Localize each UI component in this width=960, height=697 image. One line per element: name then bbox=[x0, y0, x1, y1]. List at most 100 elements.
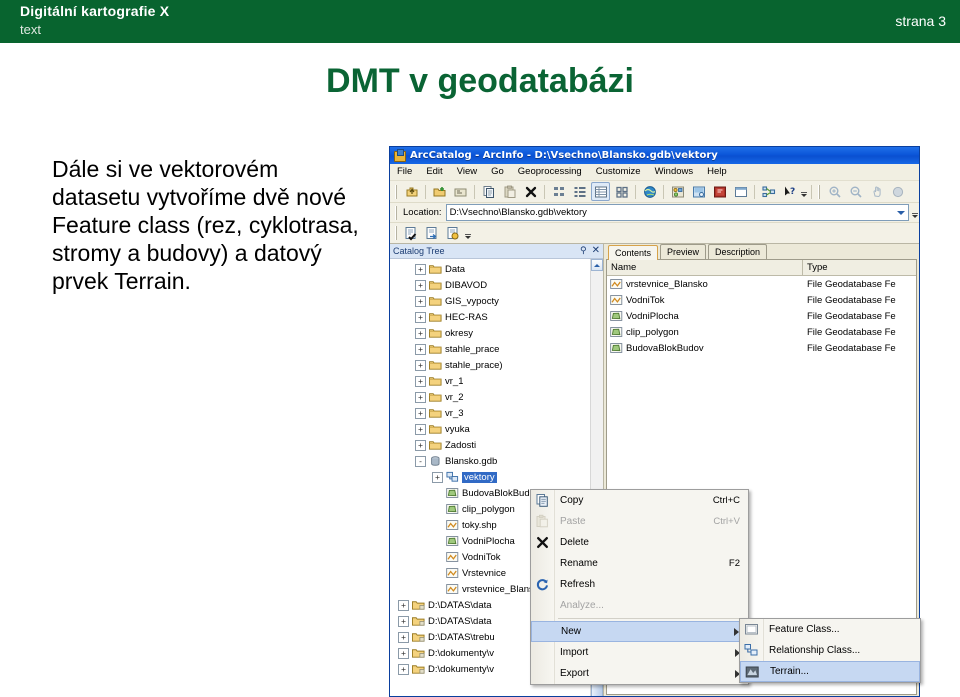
whats-this-help-icon[interactable]: ? bbox=[780, 182, 799, 201]
catalog-window-icon[interactable] bbox=[731, 182, 750, 201]
submenu-item[interactable]: Relationship Class... bbox=[740, 640, 920, 661]
tree-expand-icon[interactable]: + bbox=[398, 647, 409, 659]
toolbar-grip[interactable] bbox=[395, 184, 398, 199]
tree-expand-icon[interactable]: + bbox=[415, 407, 426, 419]
tree-expand-icon[interactable]: + bbox=[398, 631, 409, 643]
paste-icon[interactable] bbox=[500, 182, 519, 201]
connect-to-folder-icon[interactable] bbox=[430, 182, 449, 201]
tree-expand-icon[interactable]: + bbox=[415, 439, 426, 451]
tree-expand-icon[interactable]: + bbox=[415, 295, 426, 307]
full-extent-icon[interactable] bbox=[888, 182, 907, 201]
close-icon[interactable]: ✕ bbox=[592, 246, 600, 256]
thumbnails-view-icon[interactable] bbox=[612, 182, 631, 201]
tree-item[interactable]: + vektory bbox=[390, 469, 590, 485]
menu-edit[interactable]: Edit bbox=[419, 164, 449, 180]
tab-contents[interactable]: Contents bbox=[608, 245, 659, 260]
tree-item-label: Data bbox=[445, 263, 466, 275]
tree-item[interactable]: + vr_1 bbox=[390, 373, 590, 389]
menu-geoprocessing[interactable]: Geoprocessing bbox=[511, 164, 589, 180]
column-header-type[interactable]: Type bbox=[803, 260, 916, 275]
menu-windows[interactable]: Windows bbox=[648, 164, 701, 180]
polygon-feature-icon bbox=[446, 488, 459, 498]
toolbar-overflow-button[interactable] bbox=[800, 184, 808, 199]
pan-icon[interactable] bbox=[867, 182, 886, 201]
metadata-toolbar-grip[interactable] bbox=[395, 226, 398, 240]
tree-item[interactable]: + stahle_prace) bbox=[390, 357, 590, 373]
details-view-icon[interactable] bbox=[591, 182, 610, 201]
chevron-down-icon[interactable] bbox=[894, 206, 908, 219]
window-titlebar[interactable]: ArcCatalog - ArcInfo - D:\Vsechno\Blansk… bbox=[390, 147, 919, 164]
tab-description[interactable]: Description bbox=[708, 244, 768, 259]
tree-expand-icon[interactable]: + bbox=[415, 375, 426, 387]
tree-collapse-icon[interactable]: - bbox=[415, 455, 426, 467]
up-one-level-icon[interactable] bbox=[402, 182, 421, 201]
scroll-up-button[interactable] bbox=[591, 259, 603, 271]
tree-item[interactable]: + vr_3 bbox=[390, 405, 590, 421]
disconnect-folder-icon[interactable] bbox=[451, 182, 470, 201]
tree-item[interactable]: + DIBAVOD bbox=[390, 277, 590, 293]
tree-item[interactable]: + HEC-RAS bbox=[390, 309, 590, 325]
tree-expand-icon[interactable]: + bbox=[415, 311, 426, 323]
tree-expand-icon[interactable]: + bbox=[415, 327, 426, 339]
context-menu-item[interactable]: Rename F2 bbox=[531, 553, 748, 574]
tree-expand-icon[interactable]: + bbox=[398, 663, 409, 675]
menu-view[interactable]: View bbox=[450, 164, 484, 180]
context-menu-item[interactable]: Copy Ctrl+C bbox=[531, 490, 748, 511]
toolbar-grip-2[interactable] bbox=[818, 184, 821, 199]
context-menu-item[interactable]: Delete bbox=[531, 532, 748, 553]
tree-expand-icon[interactable]: + bbox=[415, 279, 426, 291]
menu-file[interactable]: File bbox=[390, 164, 419, 180]
zoom-in-icon[interactable] bbox=[825, 182, 844, 201]
location-grip[interactable] bbox=[395, 205, 398, 220]
large-icons-view-icon[interactable] bbox=[549, 182, 568, 201]
table-row[interactable]: VodniPlocha File Geodatabase Fe bbox=[607, 308, 916, 324]
tree-expand-icon[interactable]: + bbox=[415, 263, 426, 275]
metadata-export-icon[interactable] bbox=[444, 224, 463, 243]
tree-item[interactable]: + vyuka bbox=[390, 421, 590, 437]
tree-item[interactable]: + stahle_prace bbox=[390, 341, 590, 357]
tree-item[interactable]: + Zadosti bbox=[390, 437, 590, 453]
submenu-item[interactable]: Terrain... bbox=[740, 661, 920, 682]
tree-expand-icon[interactable]: + bbox=[415, 423, 426, 435]
location-input[interactable]: D:\Vsechno\Blansko.gdb\vektory bbox=[445, 204, 909, 221]
tree-item[interactable]: + GIS_vypocty bbox=[390, 293, 590, 309]
tree-item[interactable]: + Data bbox=[390, 261, 590, 277]
context-menu-item[interactable]: Export bbox=[531, 663, 748, 684]
zoom-out-icon[interactable] bbox=[846, 182, 865, 201]
tree-expand-icon[interactable]: + bbox=[415, 391, 426, 403]
list-view-icon[interactable] bbox=[570, 182, 589, 201]
pin-icon[interactable]: ⚲ bbox=[580, 246, 587, 256]
tree-item[interactable]: + okresy bbox=[390, 325, 590, 341]
tree-expand-icon[interactable]: + bbox=[398, 615, 409, 627]
tree-expand-icon[interactable]: + bbox=[398, 599, 409, 611]
menu-help[interactable]: Help bbox=[700, 164, 734, 180]
table-row[interactable]: clip_polygon File Geodatabase Fe bbox=[607, 324, 916, 340]
copy-icon[interactable] bbox=[479, 182, 498, 201]
metadata-edit-icon[interactable] bbox=[402, 224, 421, 243]
location-overflow-button[interactable] bbox=[911, 205, 919, 220]
tree-expand-icon[interactable]: + bbox=[415, 359, 426, 371]
arcglobe-icon[interactable] bbox=[640, 182, 659, 201]
python-window-icon[interactable] bbox=[710, 182, 729, 201]
search-window-icon[interactable] bbox=[759, 182, 778, 201]
table-row[interactable]: vrstevnice_Blansko File Geodatabase Fe bbox=[607, 276, 916, 292]
metadata-toolbar-overflow-button[interactable] bbox=[464, 226, 472, 241]
tab-preview[interactable]: Preview bbox=[660, 244, 707, 259]
context-menu-item[interactable]: New bbox=[531, 621, 748, 642]
context-menu-item[interactable]: Import bbox=[531, 642, 748, 663]
submenu-item[interactable]: Feature Class... bbox=[740, 619, 920, 640]
table-row[interactable]: VodniTok File Geodatabase Fe bbox=[607, 292, 916, 308]
tree-expand-icon[interactable]: + bbox=[415, 343, 426, 355]
model-builder-icon[interactable] bbox=[689, 182, 708, 201]
metadata-import-icon[interactable] bbox=[423, 224, 442, 243]
tree-item[interactable]: + vr_2 bbox=[390, 389, 590, 405]
tree-item[interactable]: - Blansko.gdb bbox=[390, 453, 590, 469]
arctoolbox-icon[interactable] bbox=[668, 182, 687, 201]
context-menu-item[interactable]: Refresh bbox=[531, 574, 748, 595]
menu-customize[interactable]: Customize bbox=[589, 164, 648, 180]
table-row[interactable]: BudovaBlokBudov File Geodatabase Fe bbox=[607, 340, 916, 356]
tree-expand-icon[interactable]: + bbox=[432, 471, 443, 483]
delete-icon[interactable] bbox=[521, 182, 540, 201]
column-header-name[interactable]: Name bbox=[607, 260, 803, 275]
menu-go[interactable]: Go bbox=[484, 164, 511, 180]
